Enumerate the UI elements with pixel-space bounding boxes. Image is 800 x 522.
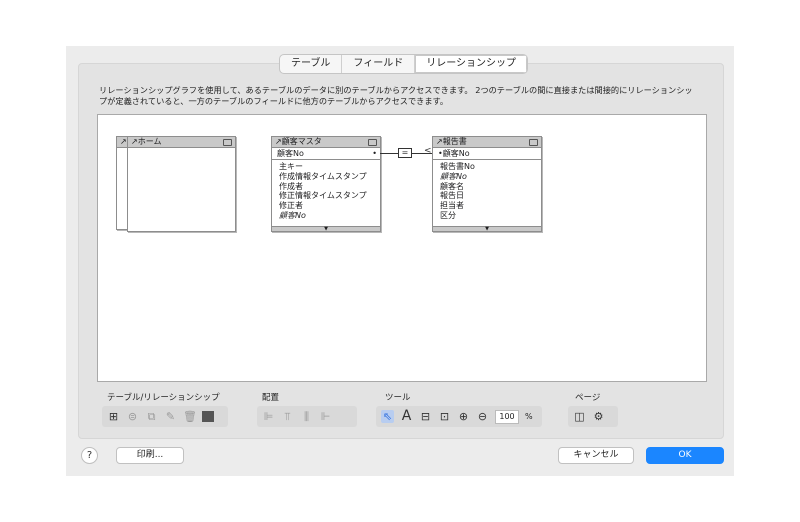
triangle-down-icon: ▼ [485,226,489,232]
table-customer-key-field[interactable]: 顧客No • [272,148,380,160]
tab-bar: テーブル フィールド リレーションシップ [279,54,529,74]
table-report-key-field[interactable]: •顧客No [433,148,541,160]
graph-tools: ⇖ A ⊟ ⊡ ⊕ ⊖ 100 % [376,406,542,427]
collapse-icon[interactable] [368,139,377,146]
table-customer-fields: 主キー 作成情報タイムスタンプ 作成者 修正情報タイムスタンプ 修正者 顧客No [272,160,380,221]
distribute-icon[interactable]: ⫼ [300,410,313,423]
table-report-header: ↗報告書 [433,137,541,148]
text-tool-icon[interactable]: A [400,409,413,423]
color-swatch-icon[interactable] [202,411,214,422]
trash-icon[interactable]: 🗑 [183,410,197,423]
zoom-in-icon[interactable]: ⊕ [457,410,470,423]
pointer-icon[interactable]: ⇖ [381,410,394,423]
triangle-down-icon: ▼ [324,226,328,232]
field-item[interactable]: 担当者 [440,201,541,211]
page-tools: ◫ ⚙ [568,406,618,427]
ok-button[interactable]: OK [646,447,724,464]
arrange-tools: ⊫ ⫪ ⫼ ⊩ [257,406,357,427]
note-icon[interactable]: ⊟ [419,410,432,423]
resize-icon[interactable]: ⊩ [319,410,332,423]
field-item[interactable]: 顧客No [279,211,380,221]
field-item[interactable]: 報告書No [440,162,541,172]
cursor-select-icon[interactable]: ⊡ [438,410,451,423]
field-item[interactable]: 顧客名 [440,182,541,192]
collapse-icon[interactable] [529,139,538,146]
zoom-out-icon[interactable]: ⊖ [476,410,489,423]
tab-tables[interactable]: テーブル [280,55,343,73]
description-text: リレーションシップグラフを使用して、あるテーブルのデータに別のテーブルからアクセ… [99,85,693,106]
field-item[interactable]: 作成情報タイムスタンプ [279,172,380,182]
align-top-icon[interactable]: ⫪ [281,410,294,423]
table-occurrence-home[interactable]: ↗ホーム [127,136,236,232]
table-relationship-tools: ⊞ ⊜ ⧉ ✎ 🗑 [102,406,228,427]
field-item[interactable]: 修正情報タイムスタンプ [279,191,380,201]
field-item[interactable]: 修正者 [279,201,380,211]
print-button[interactable]: 印刷... [116,447,184,464]
add-table-icon[interactable]: ⊞ [107,410,120,423]
crows-foot-icon: < [424,146,432,156]
field-item[interactable]: 作成者 [279,182,380,192]
arrange-label: 配置 [262,393,280,403]
table-relationship-label: テーブル/リレーションシップ [107,393,220,403]
edit-pencil-icon[interactable]: ✎ [164,410,177,423]
relationship-operator-icon[interactable]: = [398,148,412,158]
align-left-icon[interactable]: ⊫ [262,410,275,423]
tab-relationships[interactable]: リレーションシップ [415,55,528,73]
table-occurrence-report[interactable]: ↗報告書 •顧客No 報告書No 顧客No 顧客名 報告日 担当者 区分 ▼ [432,136,542,232]
field-item[interactable]: 区分 [440,211,541,221]
table-scroll-footer[interactable]: ▼ [272,226,380,232]
table-customer-header: ↗顧客マスタ [272,137,380,148]
page-setup-icon[interactable]: ⚙ [592,410,605,423]
collapse-icon[interactable] [223,139,232,146]
add-relationship-icon[interactable]: ⊜ [126,410,139,423]
help-button[interactable]: ? [81,447,98,464]
cancel-button[interactable]: キャンセル [558,447,634,464]
table-occurrence-customer[interactable]: ↗顧客マスタ 顧客No • 主キー 作成情報タイムスタンプ 作成者 修正情報タイム… [271,136,381,232]
page-breaks-icon[interactable]: ◫ [573,410,586,423]
tab-fields[interactable]: フィールド [342,55,416,73]
field-item[interactable]: 主キー [279,162,380,172]
page-label: ページ [575,393,601,403]
table-report-fields: 報告書No 顧客No 顧客名 報告日 担当者 区分 [433,160,541,221]
table-scroll-footer[interactable]: ▼ [433,226,541,232]
field-item[interactable]: 報告日 [440,191,541,201]
zoom-level-field[interactable]: 100 [495,409,519,424]
tools-label: ツール [385,393,411,403]
duplicate-icon[interactable]: ⧉ [145,410,158,423]
zoom-unit: % [525,412,533,421]
field-item[interactable]: 顧客No [440,172,541,182]
table-home-header: ↗ホーム [128,137,235,148]
